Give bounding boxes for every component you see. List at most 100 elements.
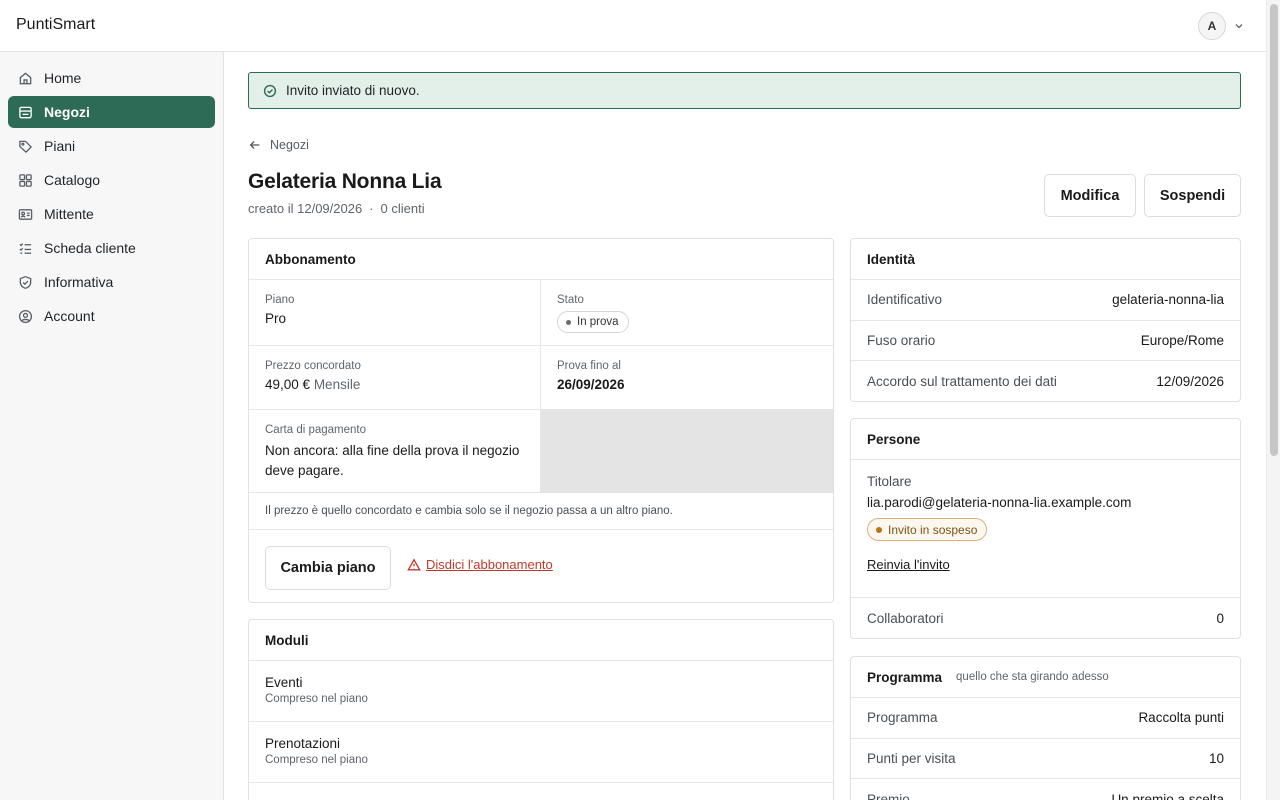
plan-field: Piano Pro: [249, 280, 541, 346]
sidebar-item-negozi[interactable]: Negozi: [8, 96, 215, 128]
grid-icon: [19, 173, 32, 187]
sidebar-item-mittente[interactable]: Mittente: [8, 198, 215, 230]
edit-button[interactable]: Modifica: [1044, 174, 1136, 217]
row-value: Raccolta punti: [1138, 710, 1224, 726]
warning-icon: [407, 557, 421, 570]
payment-card-field: Carta di pagamento Non ancora: alla fine…: [249, 410, 541, 493]
scrollbar-thumb[interactable]: [1270, 4, 1278, 456]
status-dot: [876, 526, 882, 533]
success-toast: Invito inviato di nuovo.: [248, 72, 1241, 109]
sidebar-item-catalogo[interactable]: Catalogo: [8, 164, 215, 196]
scrollbar[interactable]: [1266, 0, 1280, 800]
identity-row: Accordo sul trattamento dei dati 12/09/2…: [851, 361, 1240, 401]
sidebar-item-label: Piani: [44, 138, 76, 154]
sidebar: Home Negozi Piani Catalogo Mittente Sche…: [0, 52, 224, 800]
payment-card-value: Non ancora: alla fine della prova il neg…: [265, 443, 520, 478]
row-value: gelateria-nonna-lia: [1112, 292, 1224, 308]
field-label: Prova fino al: [557, 360, 621, 372]
sidebar-item-label: Informativa: [44, 274, 114, 290]
store-icon: [19, 106, 32, 118]
sidebar-item-scheda-cliente[interactable]: Scheda cliente: [8, 232, 215, 264]
field-label: Prezzo concordato: [265, 360, 361, 372]
module-status: Compreso nel piano: [265, 754, 368, 766]
shield-icon: [19, 275, 32, 289]
cancel-subscription-link[interactable]: Disdici l'abbonamento: [407, 557, 553, 572]
invite-status-badge: Invito in sospeso: [867, 518, 988, 541]
separator: ·: [369, 201, 374, 216]
module-name: Eventi: [265, 675, 303, 690]
field-label: Carta di pagamento: [265, 424, 367, 436]
arrow-left-icon[interactable]: [248, 138, 262, 152]
sidebar-item-label: Catalogo: [44, 172, 101, 188]
owner-label: Titolare: [867, 474, 912, 489]
avatar[interactable]: A: [1198, 12, 1226, 40]
trial-field: Prova fino al 26/09/2026: [541, 346, 833, 410]
identity-card: Identità Identificativo gelateria-nonna-…: [850, 238, 1241, 402]
program-row: Premio Un premio a scelta: [851, 779, 1240, 800]
card-title: Abbonamento: [249, 239, 833, 280]
home-icon: [19, 71, 32, 84]
sidebar-item-informativa[interactable]: Informativa: [8, 266, 215, 298]
row-key: Programma: [867, 710, 938, 726]
program-row: Programma Raccolta punti: [851, 698, 1240, 739]
created-date: creato il 12/09/2026: [248, 201, 363, 216]
program-hint: quello che sta girando adesso: [956, 671, 1109, 683]
row-value: Europe/Rome: [1140, 332, 1224, 348]
collaborators-row: Collaboratori 0: [851, 598, 1240, 638]
subscription-card: Abbonamento Piano Pro Stato In prova Pre…: [248, 238, 834, 603]
card-title: Moduli: [249, 620, 833, 661]
program-title: Programma: [867, 669, 943, 685]
row-key: Accordo sul trattamento dei dati: [867, 373, 1057, 389]
sidebar-item-piani[interactable]: Piani: [8, 130, 215, 162]
status-badge: In prova: [557, 311, 629, 333]
breadcrumb[interactable]: Negozi: [248, 138, 309, 152]
sidebar-item-label: Negozi: [44, 104, 90, 120]
id-card-icon: [18, 208, 33, 220]
resend-invite-link[interactable]: Reinvia l'invito: [867, 557, 1224, 572]
sidebar-item-home[interactable]: Home: [8, 62, 215, 94]
main-content: Invito inviato di nuovo. Negozi Gelateri…: [224, 52, 1266, 800]
page-subtitle: creato il 12/09/2026 · 0 clienti: [248, 201, 425, 216]
row-key: Identificativo: [867, 292, 943, 308]
owner-email: lia.parodi@gelateria-nonna-lia.example.c…: [867, 495, 1132, 510]
price-value: 49,00 € Mensile: [265, 377, 524, 392]
check-circle-icon: [263, 84, 277, 97]
sidebar-item-label: Scheda cliente: [44, 240, 136, 256]
price-field: Prezzo concordato 49,00 € Mensile: [249, 346, 541, 410]
plan-value: Pro: [265, 311, 287, 326]
sidebar-item-account[interactable]: Account: [8, 300, 215, 332]
card-title: Persone: [851, 419, 1240, 460]
row-key: Collaboratori: [867, 610, 944, 626]
back-link[interactable]: Negozi: [270, 138, 309, 152]
row-key: Punti per visita: [867, 750, 956, 766]
identity-row: Fuso orario Europe/Rome: [851, 321, 1240, 361]
cancel-subscription-label[interactable]: Disdici l'abbonamento: [426, 557, 553, 572]
row-value: 10: [1208, 750, 1224, 766]
owner-section: Titolare lia.parodi@gelateria-nonna-lia.…: [851, 460, 1240, 598]
user-circle-icon: [18, 309, 33, 323]
status-text: In prova: [577, 316, 619, 328]
price-amount: 49,00 €: [265, 377, 311, 392]
status-field: Stato In prova: [541, 280, 833, 346]
chevron-down-icon[interactable]: [1234, 21, 1244, 31]
change-plan-button[interactable]: Cambia piano: [265, 546, 391, 590]
row-value: 12/09/2026: [1156, 373, 1224, 389]
program-row: Punti per visita 10: [851, 739, 1240, 779]
module-name: Prenotazioni: [265, 736, 341, 751]
row-key: Premio: [867, 791, 910, 800]
page-title: Gelateria Nonna Lia: [248, 170, 442, 193]
identity-row: Identificativo gelateria-nonna-lia: [851, 280, 1240, 321]
app-logo[interactable]: PuntiSmart: [16, 16, 95, 34]
trial-value: 26/09/2026: [557, 377, 625, 392]
people-card: Persone Titolare lia.parodi@gelateria-no…: [850, 418, 1241, 639]
user-menu[interactable]: A: [1198, 12, 1244, 40]
sidebar-item-label: Account: [44, 308, 95, 324]
tag-icon: [19, 140, 33, 153]
row-key: Fuso orario: [867, 332, 936, 348]
list-item: Prenotazioni Compreso nel piano: [249, 722, 833, 783]
suspend-button[interactable]: Sospendi: [1144, 174, 1241, 217]
client-count: 0 clienti: [380, 201, 425, 216]
row-value: 0: [1216, 610, 1224, 626]
program-card: Programma quello che sta girando adesso …: [850, 656, 1241, 800]
checklist-icon: [19, 242, 32, 254]
